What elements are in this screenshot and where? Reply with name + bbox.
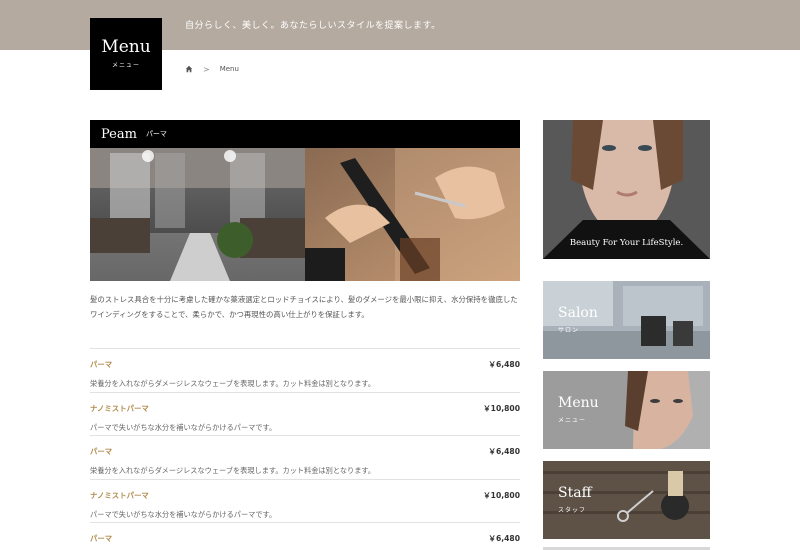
page-title-logo[interactable]: Menu メニュー [90,18,162,90]
menu-item: ナノミストパーマ ￥10,800 パーマで失いがちな水分を補いながらかけるパーマ… [90,478,520,523]
menu-item-name: パーマ [90,534,113,544]
menu-banner-title: Menu [558,395,599,411]
section-title: Peam [101,126,137,142]
staff-banner-subtitle: スタッフ [558,507,587,514]
menu-item: パーマ ￥6,480 栄養分を入れながらダメージレスなウェーブを表現します。カッ… [90,435,520,479]
staff-banner-title: Staff [558,485,592,501]
menu-item-desc: 栄養分を入れながらダメージレスなウェーブを表現します。カット料金は別となります。 [90,466,376,476]
breadcrumb-current: Menu [219,65,239,73]
menu-item-name: パーマ [90,447,113,457]
section-heading: Peam パーマ [90,120,520,148]
salon-banner-subtitle: サロン [558,327,580,334]
menu-item-name: ナノミストパーマ [90,403,149,413]
site-tagline: 自分らしく、美しく。あなたらしいスタイルを提案します。 [185,21,441,31]
section-subtitle: パーマ [145,130,167,138]
menu-item-name: パーマ [90,360,113,369]
menu-item: パーマ ￥6,480 [90,522,520,550]
menu-item-price: ￥6,480 [488,447,520,457]
beauty-banner-caption: Beauty For Your LifeStyle. [569,238,684,248]
menu-item-desc: パーマで失いがちな水分を補いながらかけるパーマです。 [90,422,277,432]
staff-banner[interactable]: Staff スタッフ [543,461,710,539]
menu-item-name: ナノミストパーマ [90,490,149,500]
menu-item-price: ￥10,800 [483,403,520,413]
breadcrumb: > Menu [185,64,239,74]
menu-item-price: ￥6,480 [488,534,520,544]
menu-item-price: ￥6,480 [488,360,520,369]
hero-images [90,148,520,281]
menu-item-desc: パーマで失いがちな水分を補いながらかけるパーマです。 [90,509,277,519]
beauty-banner[interactable]: Beauty For Your LifeStyle. [543,120,710,259]
menu-list: パーマ ￥6,480 栄養分を入れながらダメージレスなウェーブを表現します。カッ… [90,348,520,550]
salon-banner-title: Salon [558,305,598,321]
menu-banner[interactable]: Menu メニュー [543,371,710,449]
home-icon[interactable] [185,65,193,73]
haircut-scissors-image [305,148,520,281]
logo-subtitle: メニュー [111,62,140,69]
menu-item: ナノミストパーマ ￥10,800 パーマで失いがちな水分を補いながらかけるパーマ… [90,391,520,436]
menu-banner-subtitle: メニュー [558,417,587,424]
menu-item-price: ￥10,800 [483,490,520,500]
section-intro: 髪のストレス具合を十分に考慮した確かな薬液選定とロッドチョイスにより、髪のダメー… [90,295,518,320]
breadcrumb-separator: > [203,64,210,74]
salon-interior-image [90,148,305,281]
menu-item-desc: 栄養分を入れながらダメージレスなウェーブを表現します。カット料金は別となります。 [90,379,376,388]
menu-item: パーマ ￥6,480 栄養分を入れながらダメージレスなウェーブを表現します。カッ… [90,348,520,392]
salon-banner[interactable]: Salon サロン [543,281,710,359]
logo-title: Menu [101,37,151,57]
